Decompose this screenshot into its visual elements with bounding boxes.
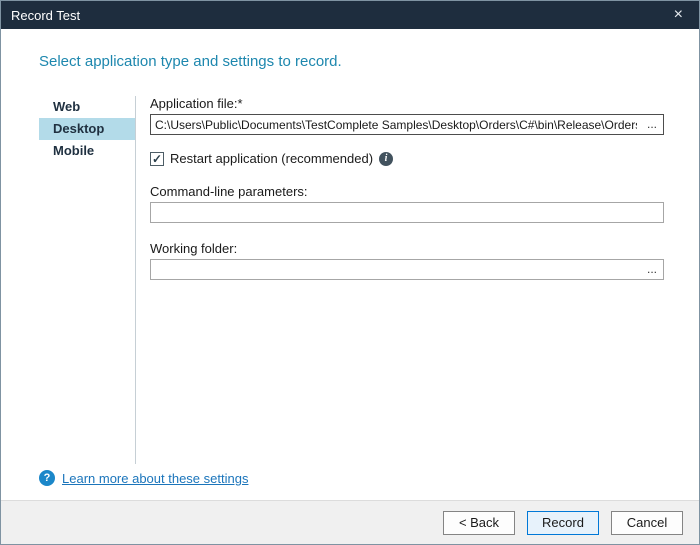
working-folder-wrap: ...: [150, 259, 664, 280]
command-line-label: Command-line parameters:: [150, 184, 664, 199]
sidebar-item-web[interactable]: Web: [39, 96, 135, 118]
window-title: Record Test: [11, 8, 80, 23]
restart-application-checkbox[interactable]: ✓: [150, 152, 164, 166]
cancel-button[interactable]: Cancel: [611, 511, 683, 535]
application-file-label: Application file:*: [150, 96, 664, 111]
working-folder-group: Working folder: ...: [150, 241, 664, 280]
help-row: ? Learn more about these settings: [39, 470, 664, 486]
working-folder-browse-button[interactable]: ...: [641, 260, 663, 279]
restart-application-label: Restart application (recommended): [170, 151, 373, 166]
settings-panel: Application file:* ... ✓ Restart applica…: [136, 96, 664, 464]
page-title: Select application type and settings to …: [39, 53, 664, 70]
working-folder-label: Working folder:: [150, 241, 664, 256]
working-folder-input[interactable]: [151, 260, 641, 279]
titlebar: Record Test ×: [1, 1, 699, 29]
application-file-wrap: ...: [150, 114, 664, 135]
back-button[interactable]: < Back: [443, 511, 515, 535]
restart-application-row: ✓ Restart application (recommended) i: [150, 151, 664, 166]
learn-more-link[interactable]: Learn more about these settings: [62, 471, 248, 486]
info-icon[interactable]: i: [379, 152, 393, 166]
application-file-browse-button[interactable]: ...: [641, 115, 663, 134]
main-area: Web Desktop Mobile Application file:* ..…: [39, 96, 664, 464]
sidebar-item-mobile[interactable]: Mobile: [39, 140, 135, 162]
record-test-dialog: Record Test × Select application type an…: [0, 0, 700, 545]
dialog-body: Select application type and settings to …: [1, 29, 699, 500]
record-button[interactable]: Record: [527, 511, 599, 535]
sidebar-item-desktop[interactable]: Desktop: [39, 118, 135, 140]
application-file-input[interactable]: [151, 115, 641, 134]
command-line-input[interactable]: [151, 203, 663, 222]
close-icon[interactable]: ×: [670, 5, 687, 25]
button-bar: < Back Record Cancel: [1, 500, 699, 544]
help-icon[interactable]: ?: [39, 470, 55, 486]
command-line-wrap: [150, 202, 664, 223]
command-line-group: Command-line parameters:: [150, 184, 664, 223]
app-type-list: Web Desktop Mobile: [39, 96, 136, 464]
application-file-group: Application file:* ...: [150, 96, 664, 135]
